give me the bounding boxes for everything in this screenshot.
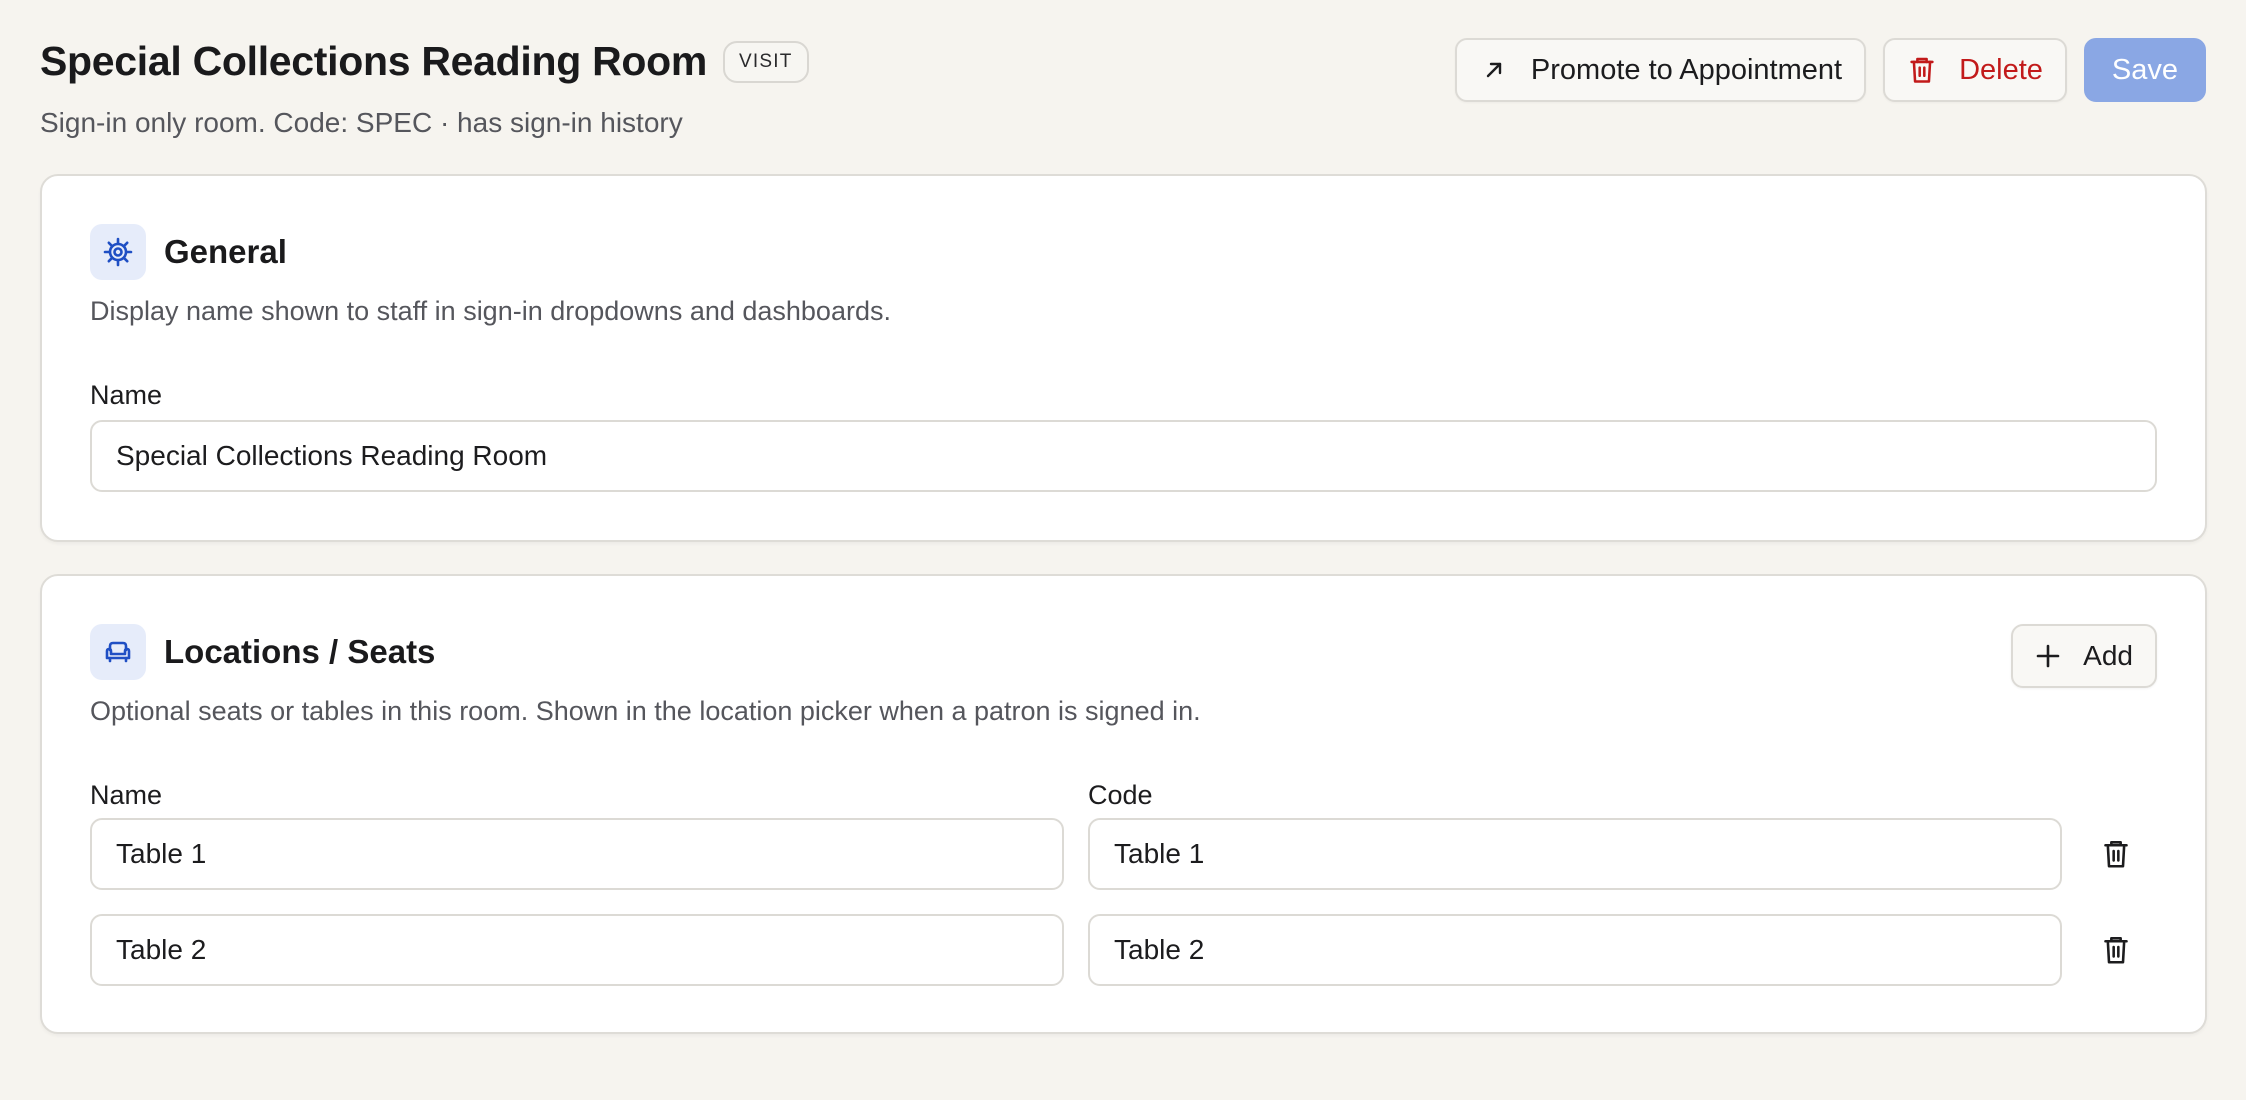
name-label: Name: [90, 380, 163, 410]
general-header: General: [90, 224, 287, 280]
add-button-label: Add: [2083, 640, 2133, 671]
locations-header: Locations / Seats: [90, 624, 435, 680]
arrow-up-right-icon: [1479, 55, 1509, 85]
location-name-input[interactable]: [90, 818, 1064, 890]
general-title: General: [164, 233, 287, 270]
header-actions: Promote to Appointment Delete Save: [1454, 38, 2206, 102]
page-title: Special Collections Reading Room: [40, 38, 708, 84]
type-badge: VISIT: [723, 40, 809, 83]
locations-section: Locations / Seats Add Optional seats or …: [40, 574, 2207, 1034]
promote-button-label: Promote to Appointment: [1530, 53, 1843, 86]
page-header: Special Collections Reading Room VISIT S…: [40, 38, 2206, 148]
armchair-icon: [90, 624, 146, 680]
trash-icon: [1907, 55, 1937, 85]
promote-button[interactable]: Promote to Appointment: [1454, 38, 1867, 102]
name-input[interactable]: [90, 420, 2157, 492]
general-description: Display name shown to staff in sign-in d…: [90, 296, 891, 326]
page: Special Collections Reading Room VISIT S…: [0, 0, 2246, 1100]
delete-button-label: Delete: [1959, 53, 2043, 86]
remove-row-trash-icon[interactable]: [2094, 832, 2138, 876]
add-location-button[interactable]: Add: [2011, 624, 2157, 688]
plus-icon: [2035, 643, 2061, 669]
locations-description: Optional seats or tables in this room. S…: [90, 696, 1201, 726]
save-button[interactable]: Save: [2083, 38, 2206, 102]
location-code-input[interactable]: [1088, 818, 2062, 890]
location-code-input[interactable]: [1088, 914, 2062, 986]
location-name-input[interactable]: [90, 914, 1064, 986]
remove-row-trash-icon[interactable]: [2094, 928, 2138, 972]
general-section: General Display name shown to staff in s…: [40, 174, 2207, 542]
delete-button[interactable]: Delete: [1883, 38, 2067, 102]
save-button-label: Save: [2111, 53, 2178, 86]
locations-title: Locations / Seats: [164, 633, 436, 670]
gear-icon: [90, 224, 146, 280]
page-subtitle: Sign-in only room. Code: SPEC · has sign…: [40, 107, 683, 138]
code-column-header: Code: [1088, 780, 1153, 810]
name-column-header: Name: [90, 780, 163, 810]
